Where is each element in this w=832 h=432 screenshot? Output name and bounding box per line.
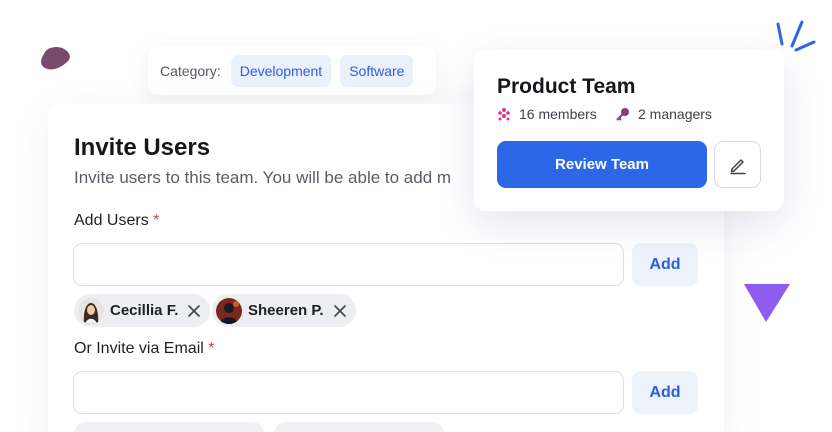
email-label-text: Or Invite via Email — [74, 340, 204, 357]
page-subtitle: Invite users to this team. You will be a… — [74, 168, 452, 187]
required-mark: * — [153, 212, 160, 229]
close-icon[interactable] — [188, 304, 201, 317]
review-team-button[interactable]: Review Team — [497, 141, 707, 188]
category-label: Category: — [160, 63, 221, 79]
user-chip-sheeren: Sheeren P. — [212, 294, 356, 327]
page-title: Invite Users — [74, 134, 211, 161]
user-chip-cecillia: Cecillia F. — [74, 294, 211, 327]
managers-count: 2 managers — [638, 106, 712, 122]
email-field[interactable] — [73, 371, 624, 414]
decorative-blob — [41, 46, 70, 70]
avatar — [78, 297, 104, 324]
email-chip — [74, 422, 264, 432]
required-mark: * — [208, 340, 215, 357]
add-users-input[interactable] — [73, 243, 624, 286]
key-icon — [616, 108, 629, 121]
category-card: Category: Development Software — [148, 47, 436, 95]
avatar — [216, 297, 242, 324]
managers-stat: 2 managers — [616, 106, 712, 122]
email-label: Or Invite via Email * — [74, 340, 215, 358]
add-email-button[interactable]: Add — [632, 371, 698, 414]
members-stat: 16 members — [497, 106, 597, 122]
add-users-label: Add Users * — [74, 212, 159, 230]
pencil-icon — [729, 158, 746, 174]
product-team-card: Product Team 16 members 2 managers Revie… — [474, 49, 784, 211]
email-chip — [274, 422, 444, 432]
decorative-triangle — [744, 284, 790, 322]
edit-team-button[interactable] — [714, 141, 761, 188]
add-users-label-text: Add Users — [74, 212, 149, 229]
category-chip-development[interactable]: Development — [230, 55, 332, 87]
people-icon — [498, 108, 510, 121]
user-chip-name: Cecillia F. — [110, 302, 179, 319]
close-icon[interactable] — [333, 304, 346, 317]
add-user-button[interactable]: Add — [632, 243, 698, 286]
team-title: Product Team — [497, 75, 636, 98]
members-count: 16 members — [519, 106, 597, 122]
category-chip-software[interactable]: Software — [340, 55, 414, 87]
user-chip-name: Sheeren P. — [248, 302, 324, 319]
